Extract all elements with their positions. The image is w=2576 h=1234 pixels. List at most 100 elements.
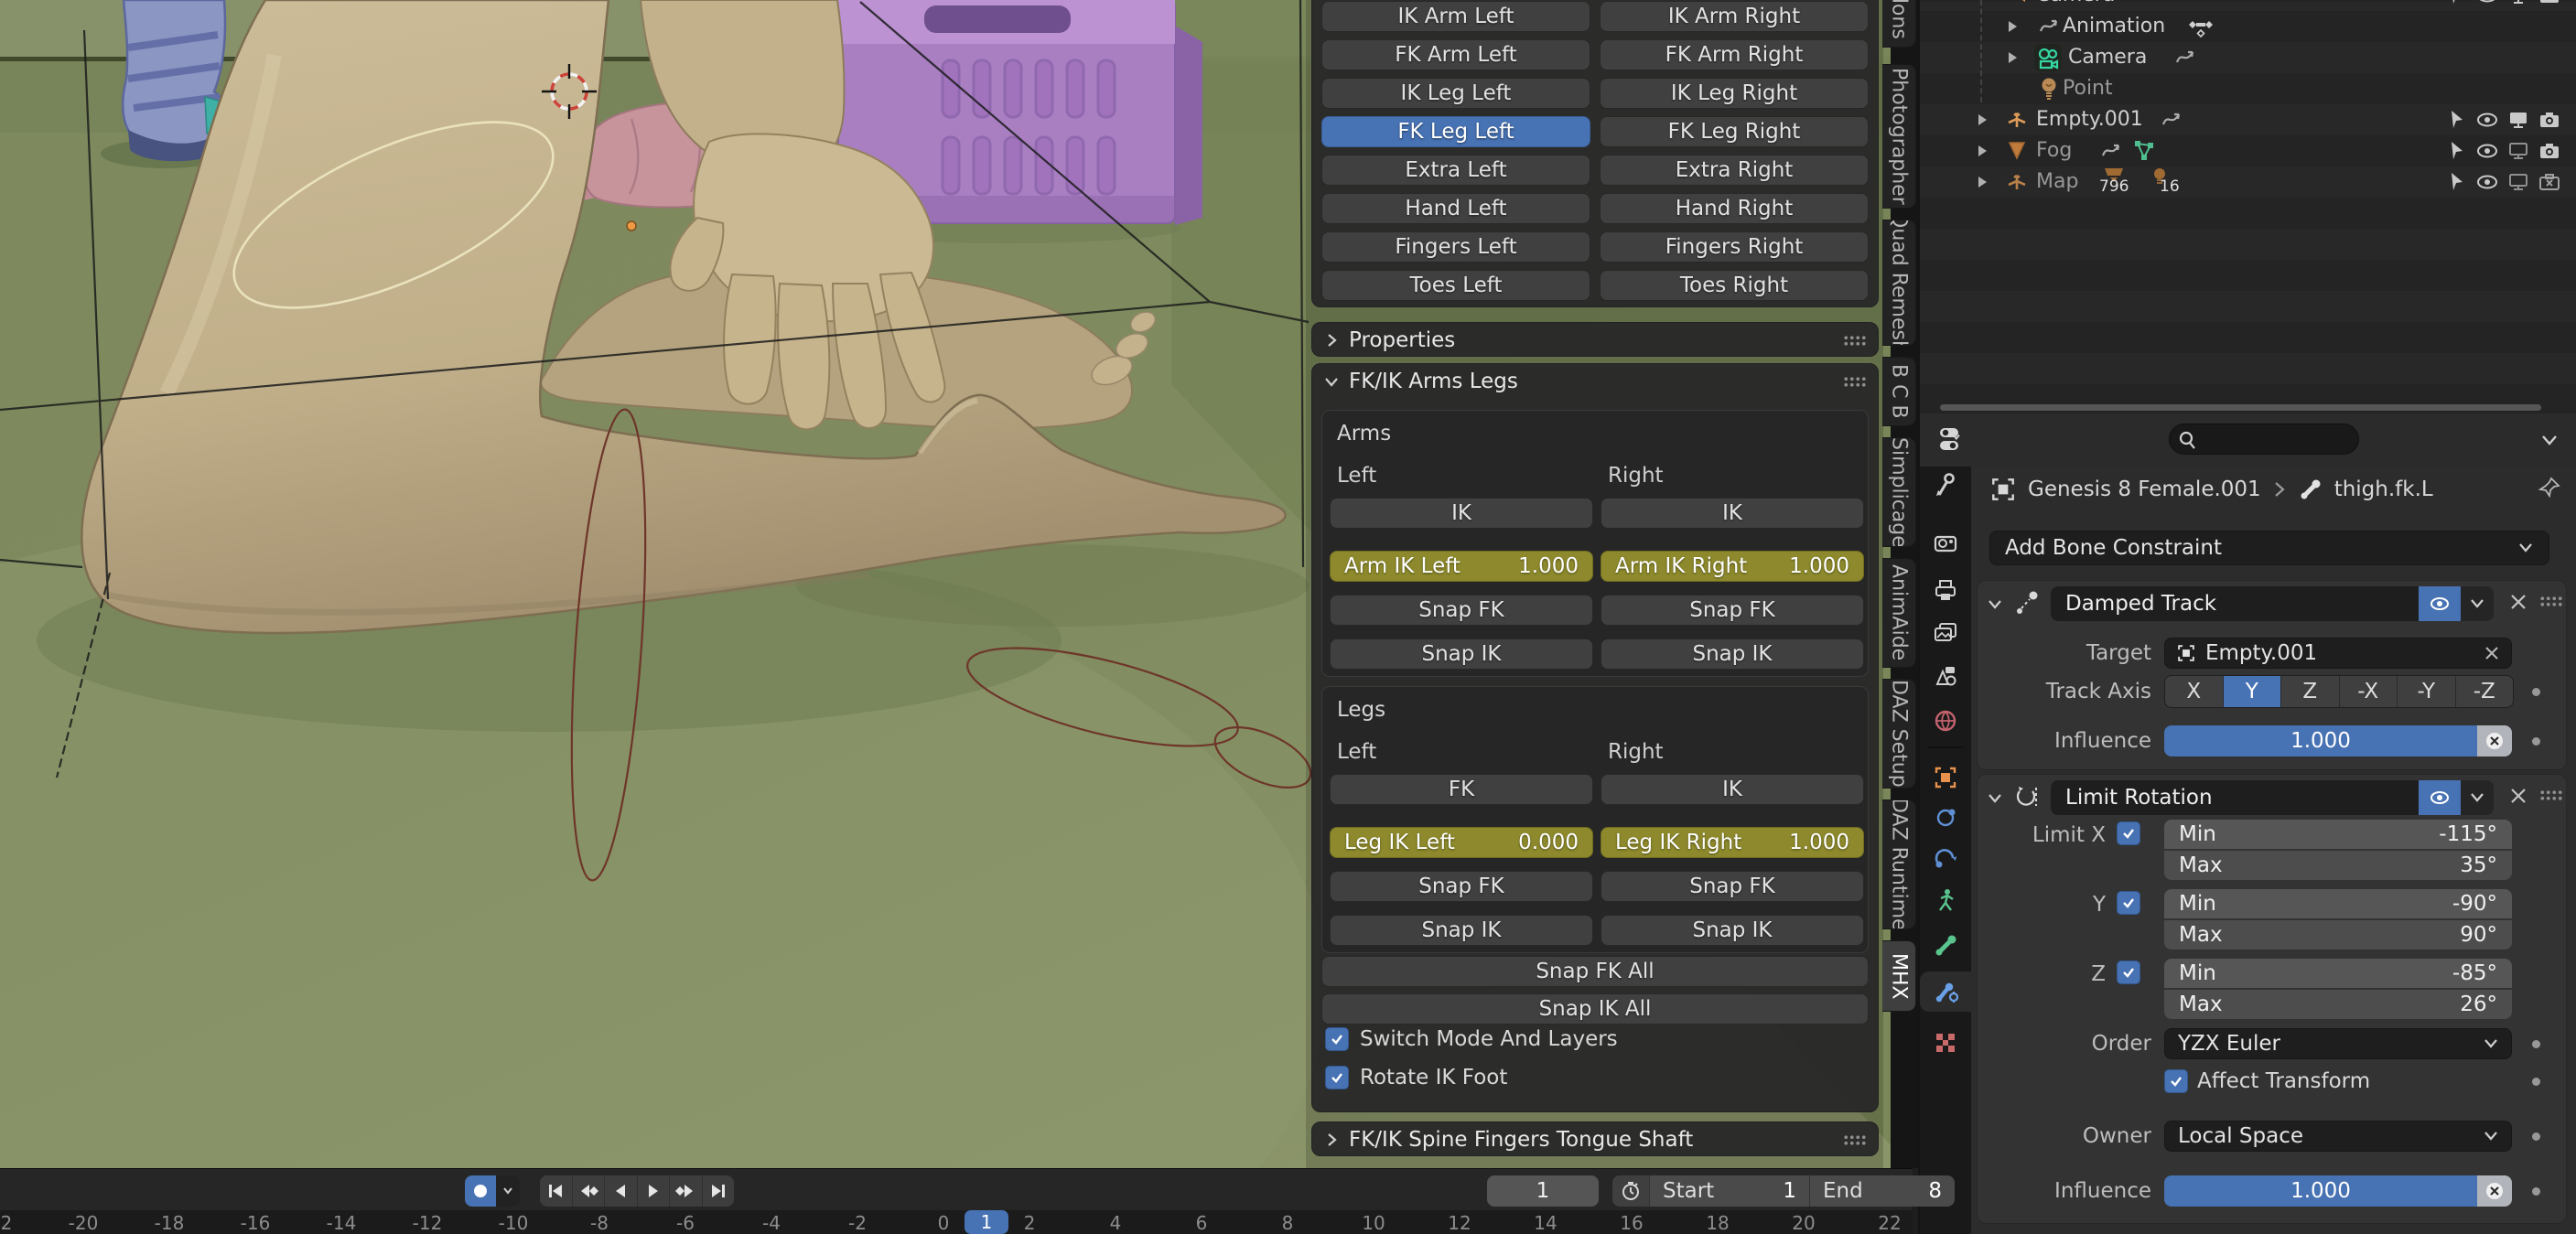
snap-fk-arm-left-button[interactable]: Snap FK (1330, 595, 1593, 626)
outliner-row-animation[interactable]: Animation (1920, 11, 2576, 42)
limit-z-max-field[interactable]: Max 26° (2164, 990, 2512, 1019)
constraint-name-field[interactable]: Damped Track (2051, 586, 2419, 621)
play-button[interactable] (638, 1175, 671, 1207)
tab-render[interactable] (1931, 529, 1960, 558)
disable-render-icon[interactable] (2538, 108, 2561, 132)
layer-button[interactable]: Fingers Right (1600, 231, 1869, 263)
drag-handle-icon[interactable] (2539, 789, 2563, 801)
leg-mode-left-button[interactable]: FK (1330, 774, 1593, 805)
layer-button[interactable]: Hand Right (1600, 193, 1869, 224)
animate-dot[interactable] (2532, 1132, 2540, 1141)
select-cursor-icon[interactable] (2444, 108, 2468, 132)
snap-ik-leg-right-button[interactable]: Snap IK (1601, 915, 1864, 946)
tab-addons[interactable]: ddons (1882, 0, 1916, 48)
expand-arrow-icon[interactable] (1975, 144, 1989, 158)
previous-keyframe-button[interactable] (573, 1175, 606, 1207)
filter-options-chevron-icon[interactable] (2539, 432, 2560, 448)
select-cursor-icon[interactable] (2444, 0, 2468, 7)
select-cursor-icon[interactable] (2444, 139, 2468, 163)
disable-viewport-icon[interactable] (2506, 108, 2530, 132)
layer-button-fk-leg-left[interactable]: FK Leg Left (1321, 116, 1590, 147)
delete-constraint-x-icon[interactable] (2508, 786, 2528, 806)
outliner-row-fog[interactable]: Fog (1920, 135, 2576, 166)
tab-mhx-active[interactable]: MHX (1882, 940, 1916, 1012)
layer-button[interactable]: Fingers Left (1321, 231, 1590, 263)
limit-x-checkbox[interactable] (2117, 821, 2140, 845)
tab-bone-constraint-active[interactable] (1931, 977, 1960, 1006)
influence-slider[interactable]: 1.000 (2164, 725, 2512, 756)
leg-ik-left-slider[interactable]: Leg IK Left 0.000 (1330, 827, 1593, 858)
outliner-row-point-light[interactable]: Point (1920, 73, 2576, 104)
tab-view-layer[interactable] (1931, 618, 1960, 648)
constraint-enable-eye-button[interactable] (2419, 586, 2461, 621)
checkbox-checked[interactable] (1325, 1027, 1349, 1051)
limit-y-min-field[interactable]: Min -90° (2164, 889, 2512, 918)
animate-dot[interactable] (2532, 1078, 2540, 1086)
panel-properties-collapsed[interactable]: Properties (1311, 322, 1879, 357)
end-frame-field[interactable]: End 8 (1810, 1175, 1955, 1207)
play-reverse-button[interactable] (605, 1175, 638, 1207)
disable-viewport-icon[interactable] (2506, 0, 2530, 7)
influence-slider[interactable]: 1.000 (2164, 1175, 2512, 1207)
tab-scene[interactable] (1931, 662, 1960, 692)
axis-y-button-active[interactable]: Y (2224, 676, 2282, 707)
layer-button[interactable]: FK Arm Right (1600, 39, 1869, 70)
chevron-down-icon[interactable] (1987, 789, 2003, 806)
layer-button[interactable]: IK Leg Left (1321, 78, 1590, 109)
tab-world[interactable] (1931, 706, 1960, 735)
limit-z-min-field[interactable]: Min -85° (2164, 959, 2512, 988)
playhead-current-frame-badge[interactable]: 1 (965, 1210, 1008, 1234)
constraint-name-field[interactable]: Limit Rotation (2051, 780, 2419, 815)
arm-ik-right-slider[interactable]: Arm IK Right 1.000 (1601, 551, 1864, 582)
checkbox-checked[interactable] (1325, 1066, 1349, 1089)
next-keyframe-button[interactable] (670, 1175, 703, 1207)
outliner-row-map[interactable]: Map 796 16 (1920, 166, 2576, 198)
tab-daz-runtime[interactable]: DAZ Runtime (1882, 799, 1916, 929)
hide-eye-icon[interactable] (2475, 0, 2499, 7)
axis-neg-z-button[interactable]: -Z (2456, 676, 2514, 707)
snap-fk-arm-right-button[interactable]: Snap FK (1601, 595, 1864, 626)
axis-neg-y-button[interactable]: -Y (2398, 676, 2456, 707)
layer-button[interactable]: IK Arm Right (1600, 1, 1869, 32)
snap-ik-arm-right-button[interactable]: Snap IK (1601, 638, 1864, 670)
drag-handle-icon[interactable] (1843, 376, 1867, 388)
hide-eye-icon[interactable] (2475, 108, 2499, 132)
animate-dot[interactable] (2532, 688, 2540, 696)
expand-arrow-icon[interactable] (2005, 50, 2020, 65)
snap-ik-leg-left-button[interactable]: Snap IK (1330, 915, 1593, 946)
tab-bcb[interactable]: B C B (1882, 357, 1916, 426)
tab-object-constraints[interactable] (1931, 843, 1960, 873)
drag-handle-icon[interactable] (1843, 1134, 1867, 1146)
layer-button[interactable]: Toes Right (1600, 270, 1869, 301)
disable-render-icon[interactable] (2538, 139, 2561, 163)
layer-button[interactable]: IK Leg Right (1600, 78, 1869, 109)
snap-ik-arm-left-button[interactable]: Snap IK (1330, 638, 1593, 670)
snap-fk-leg-right-button[interactable]: Snap FK (1601, 871, 1864, 902)
drag-handle-icon[interactable] (1843, 335, 1867, 347)
tab-texture[interactable] (1931, 1028, 1960, 1057)
arm-mode-left-button[interactable]: IK (1330, 498, 1593, 529)
layer-button[interactable]: FK Arm Left (1321, 39, 1590, 70)
hide-eye-icon[interactable] (2475, 139, 2499, 163)
drag-handle-icon[interactable] (2539, 596, 2563, 607)
snap-ik-all-button[interactable]: Snap IK All (1321, 993, 1869, 1025)
leg-ik-right-slider[interactable]: Leg IK Right 1.000 (1601, 827, 1864, 858)
snap-fk-all-button[interactable]: Snap FK All (1321, 956, 1869, 987)
tab-quad-remesh[interactable]: Quad Remesh (1882, 220, 1916, 346)
clear-keyframe-button[interactable] (2477, 725, 2512, 756)
order-dropdown[interactable]: YZX Euler (2164, 1028, 2512, 1059)
animate-dot[interactable] (2532, 737, 2540, 746)
layer-button[interactable]: Toes Left (1321, 270, 1590, 301)
animate-dot[interactable] (2532, 1040, 2540, 1048)
layer-button[interactable]: FK Leg Right (1600, 116, 1869, 147)
tab-physics[interactable] (1931, 803, 1960, 832)
delete-constraint-x-icon[interactable] (2508, 592, 2528, 612)
owner-dropdown[interactable]: Local Space (2164, 1121, 2512, 1152)
limit-y-max-field[interactable]: Max 90° (2164, 920, 2512, 950)
chevron-down-icon[interactable] (1987, 596, 2003, 612)
axis-z-button[interactable]: Z (2281, 676, 2340, 707)
axis-x-button[interactable]: X (2165, 676, 2224, 707)
tab-tool[interactable] (1931, 470, 1960, 499)
tab-animaide[interactable]: AnimAide (1882, 558, 1916, 668)
editor-type-button[interactable] (1936, 421, 1967, 457)
